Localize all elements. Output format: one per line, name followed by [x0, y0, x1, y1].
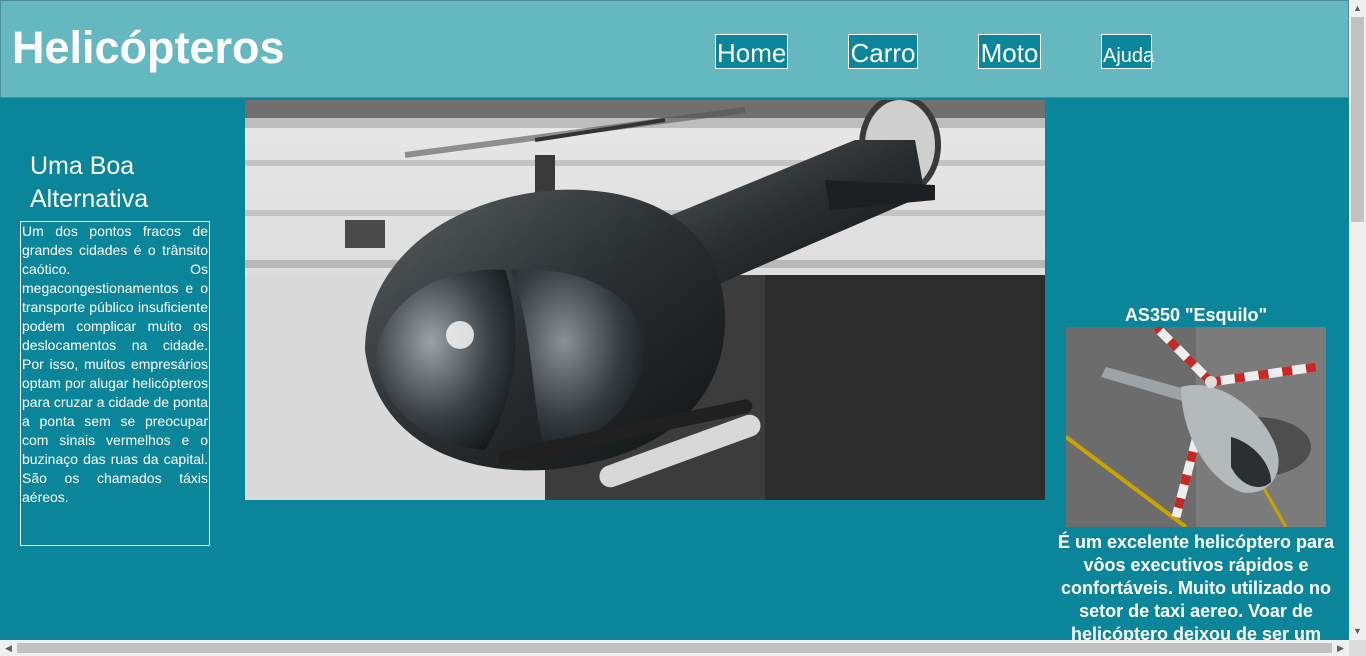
card-title: AS350 "Esquilo" — [1124, 305, 1268, 325]
aside-text: Um dos pontos fracos de grandes cidades … — [20, 221, 210, 546]
vertical-scroll-thumb[interactable] — [1351, 17, 1364, 222]
nav-home-button[interactable]: Home — [715, 34, 788, 69]
site-title: Helicópteros — [12, 22, 285, 73]
arrow-right-icon[interactable]: ▶ — [1332, 640, 1349, 656]
arrow-down-icon[interactable]: ▼ — [1349, 623, 1366, 640]
aside-title: Uma Boa Alternativa — [30, 152, 149, 213]
site-header: Helicópteros Home Carro Moto Ajuda — [0, 0, 1349, 98]
card-helicopter-image — [1066, 327, 1326, 527]
scrollbar-corner — [1349, 640, 1366, 656]
horizontal-scroll-thumb[interactable] — [17, 643, 1332, 653]
horizontal-scrollbar[interactable]: ◀ ▶ — [0, 640, 1349, 656]
arrow-left-icon[interactable]: ◀ — [0, 640, 17, 656]
nav-carro-button[interactable]: Carro — [848, 34, 918, 69]
arrow-up-icon[interactable]: ▲ — [1349, 0, 1366, 17]
nav-ajuda-button[interactable]: Ajuda — [1101, 34, 1154, 69]
hero-helicopter-image — [245, 100, 1045, 500]
card-text: É um excelente helicóptero para vôos exe… — [1057, 532, 1335, 644]
vertical-scrollbar[interactable]: ▲ ▼ — [1349, 0, 1366, 640]
nav-moto-button[interactable]: Moto — [978, 34, 1041, 69]
